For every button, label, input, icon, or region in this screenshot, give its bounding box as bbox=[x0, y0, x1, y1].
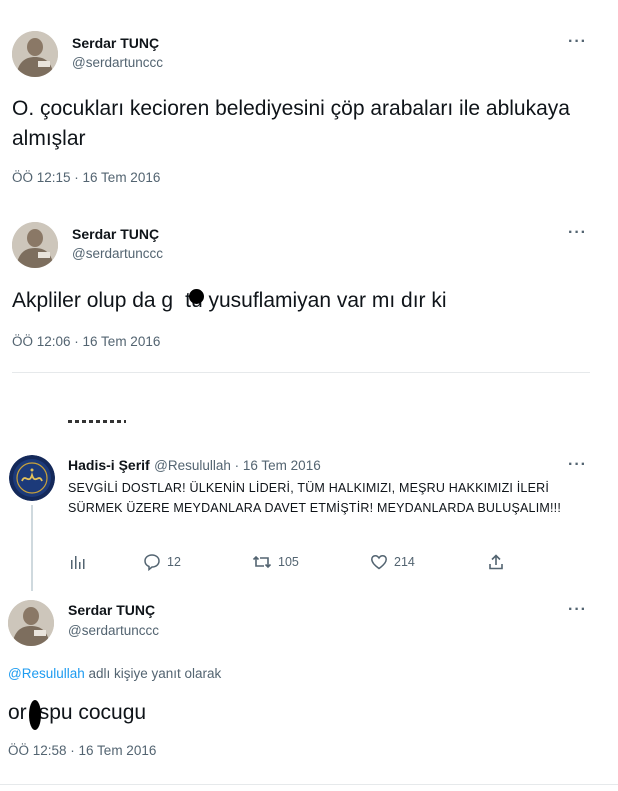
author-name[interactable]: Serdar TUNÇ bbox=[72, 226, 159, 242]
more-options-icon[interactable]: ··· bbox=[568, 224, 587, 242]
analytics-button[interactable] bbox=[70, 554, 86, 570]
tweet-timestamp[interactable]: ÖÖ 12:06 · 16 Tem 2016 bbox=[12, 334, 160, 349]
tweet-text-part: tü yusuflamiyan var mı dır ki bbox=[185, 289, 447, 312]
like-count: 214 bbox=[394, 555, 415, 569]
heart-icon bbox=[371, 554, 387, 570]
more-options-icon[interactable]: ··· bbox=[568, 33, 587, 51]
analytics-icon bbox=[71, 556, 85, 569]
reply-to-link[interactable]: @Resulullah bbox=[8, 666, 85, 681]
tweet-text: SEVGİLİ DOSTLAR! ÜLKENİN LİDERİ, TÜM HAL… bbox=[68, 481, 561, 515]
tweet-text-part: spu cocugu bbox=[38, 701, 147, 724]
reply-context: @Resulullah adlı kişiye yanıt olarak bbox=[8, 666, 221, 681]
reply-count: 12 bbox=[167, 555, 181, 569]
reply-to-suffix: adlı kişiye yanıt olarak bbox=[84, 666, 222, 681]
divider bbox=[0, 784, 618, 785]
tweet-timestamp[interactable]: ÖÖ 12:58 · 16 Tem 2016 bbox=[8, 743, 156, 758]
author-name[interactable]: Serdar TUNÇ bbox=[68, 602, 155, 618]
thread-line bbox=[31, 505, 33, 591]
author-handle[interactable]: @serdartunccc bbox=[72, 55, 163, 70]
avatar[interactable] bbox=[9, 455, 55, 501]
share-icon bbox=[489, 554, 503, 570]
retweet-icon bbox=[252, 555, 272, 569]
divider bbox=[12, 372, 590, 373]
retweet-count: 105 bbox=[278, 555, 299, 569]
redaction-mark bbox=[29, 700, 41, 730]
retweet-button[interactable]: 105 bbox=[252, 553, 299, 571]
tweet-text: Akpliler olup da g tü yusuflamiyan var mı… bbox=[12, 286, 572, 316]
avatar[interactable] bbox=[12, 31, 58, 77]
more-options-icon[interactable]: ··· bbox=[568, 456, 587, 474]
author-handle-time[interactable]: @Resulullah · 16 Tem 2016 bbox=[154, 458, 321, 473]
redaction-mark bbox=[189, 289, 204, 304]
tweet-text: O. çocukları kecioren belediyesini çöp a… bbox=[12, 97, 570, 150]
parent-header: Hadis-i Şerif @Resulullah · 16 Tem 2016 bbox=[68, 457, 321, 475]
more-options-icon[interactable]: ··· bbox=[568, 601, 587, 619]
author-name[interactable]: Serdar TUNÇ bbox=[72, 35, 159, 51]
author-handle[interactable]: @serdartunccc bbox=[72, 246, 163, 261]
reply-icon bbox=[144, 554, 160, 571]
cropped-fragment bbox=[68, 420, 126, 423]
like-button[interactable]: 214 bbox=[370, 553, 415, 571]
tweet-text-part: or bbox=[8, 701, 27, 724]
author-handle[interactable]: @serdartunccc bbox=[68, 623, 159, 638]
avatar[interactable] bbox=[8, 600, 54, 646]
tweet-text-part: Akpliler olup da g bbox=[12, 289, 174, 312]
reply-button[interactable]: 12 bbox=[143, 553, 181, 571]
avatar[interactable] bbox=[12, 222, 58, 268]
share-button[interactable] bbox=[487, 553, 505, 571]
author-name[interactable]: Hadis-i Şerif bbox=[68, 457, 150, 473]
tweet-timestamp[interactable]: ÖÖ 12:15 · 16 Tem 2016 bbox=[12, 170, 160, 185]
